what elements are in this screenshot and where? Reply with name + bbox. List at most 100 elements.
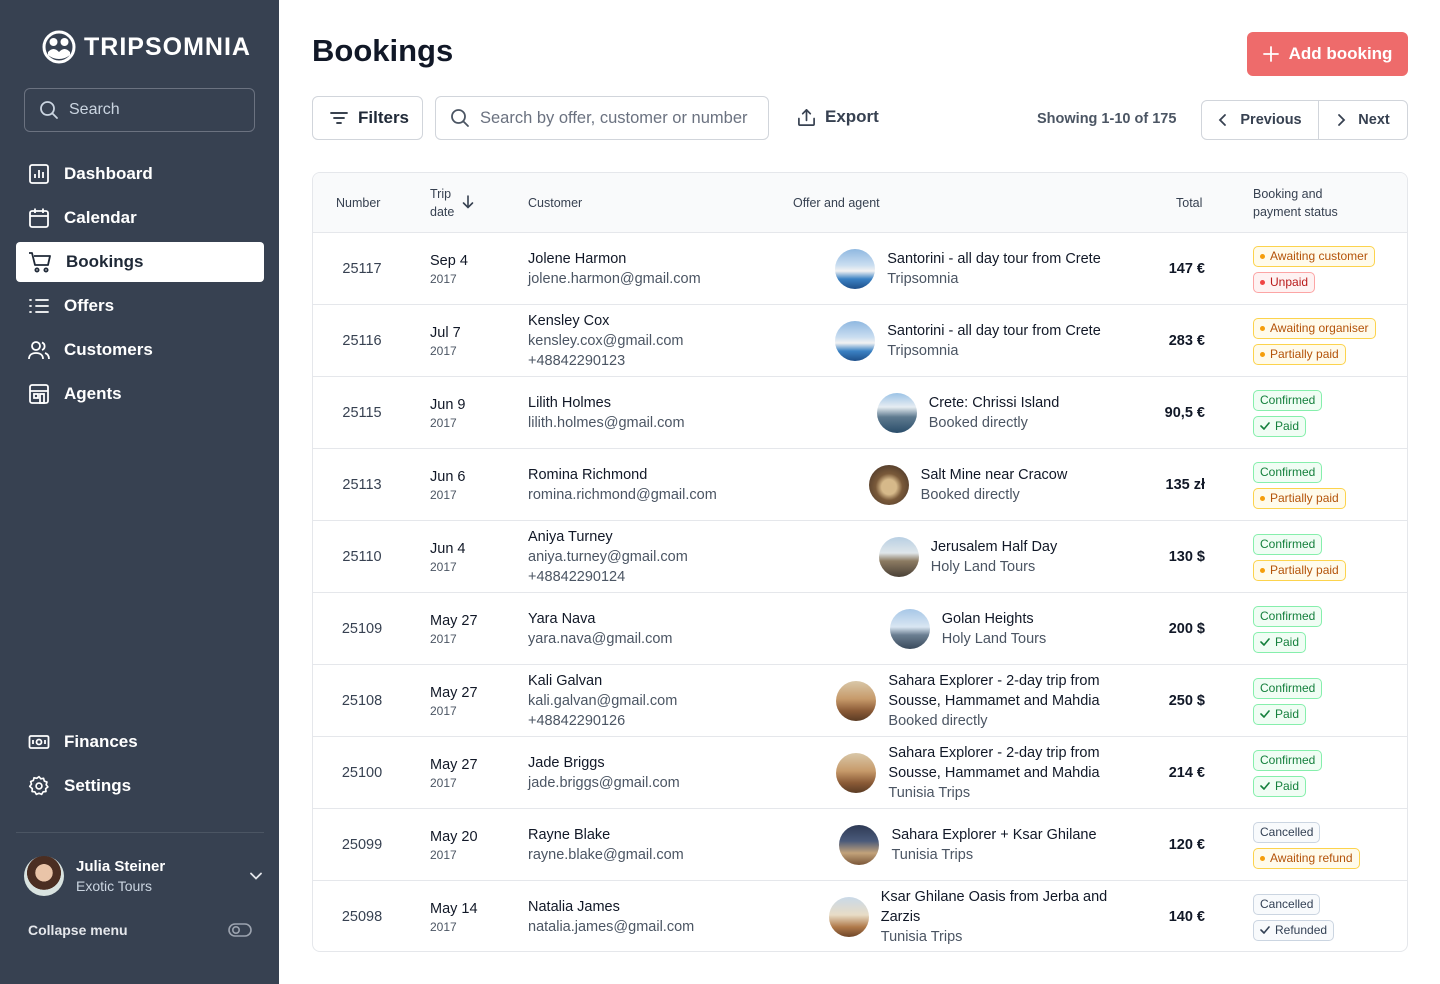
booking-number[interactable]: 25113 (313, 449, 411, 521)
trip-date: Jul 7 2017 (430, 305, 520, 377)
sort-arrow-down-icon[interactable] (462, 195, 474, 209)
table-row[interactable]: 25100 May 27 2017 Jade Briggs jade.brigg… (313, 737, 1407, 809)
status-badge: Confirmed (1253, 605, 1323, 627)
booking-number[interactable]: 25108 (313, 665, 411, 737)
booking-total: 135 zł (1165, 477, 1206, 493)
nav-item-calendar[interactable]: Calendar (16, 198, 264, 238)
table-row[interactable]: 25108 May 27 2017 Kali Galvan kali.galva… (313, 665, 1407, 737)
nav-item-dashboard[interactable]: Dashboard (16, 154, 264, 194)
chevron-down-icon[interactable] (248, 868, 264, 884)
status-badge-label: Confirmed (1260, 609, 1316, 623)
table-row[interactable]: 25110 Jun 4 2017 Aniya Turney aniya.turn… (313, 521, 1407, 593)
booking-number[interactable]: 25110 (313, 521, 411, 593)
offer-thumbnail (835, 249, 876, 289)
customer-name: Aniya Turney (528, 529, 613, 545)
table-row[interactable]: 25115 Jun 9 2017 Lilith Holmes lilith.ho… (313, 377, 1407, 449)
status-cell: Awaiting organiser Partially paid (1253, 305, 1403, 377)
bookings-search-input[interactable]: Search by offer, customer or number (435, 96, 769, 140)
trip-date-day: Jun 9 (430, 396, 466, 413)
column-status-line2: payment status (1253, 205, 1338, 219)
column-customer[interactable]: Customer (528, 194, 582, 212)
trip-date-day: Jun 4 (430, 540, 466, 557)
customer-contact: natalia.james@gmail.com (528, 919, 695, 935)
offer-cell: Ksar Ghilane Oasis from Jerba and Zarzis … (793, 881, 1143, 951)
users-icon (28, 341, 50, 360)
add-booking-button[interactable]: Add booking (1247, 32, 1408, 76)
previous-page-button[interactable]: Previous (1202, 101, 1319, 139)
status-badge-label: Paid (1275, 707, 1300, 721)
trip-date-day: May 27 (430, 612, 478, 629)
status-badge: Awaiting organiser (1253, 317, 1376, 339)
offer-cell: Sahara Explorer - 2-day trip from Sousse,… (793, 665, 1143, 737)
offer-cell: Santorini - all day tour from Crete Trip… (793, 233, 1143, 305)
trip-date-year: 2017 (430, 271, 457, 286)
table-row[interactable]: 25098 May 14 2017 Natalia James natalia.… (313, 881, 1407, 951)
column-trip-date[interactable]: Trip date (430, 185, 454, 221)
column-status[interactable]: Booking and payment status (1253, 185, 1338, 221)
nav-item-finances[interactable]: Finances (16, 722, 264, 762)
booking-number[interactable]: 25098 (313, 881, 411, 951)
nav-item-offers[interactable]: Offers (16, 286, 264, 326)
status-badge-label: Refunded (1275, 923, 1328, 937)
booking-number[interactable]: 25099 (313, 809, 411, 881)
status-badge: Paid (1253, 703, 1307, 725)
status-badge: Partially paid (1253, 559, 1346, 581)
sidebar-search-input[interactable]: Search (24, 88, 255, 132)
nav-item-bookings[interactable]: Bookings (16, 242, 264, 282)
toggle-icon[interactable] (228, 922, 252, 938)
offer-title: Salt Mine near Cracow (920, 467, 1068, 483)
offer-cell: Santorini - all day tour from Crete Trip… (793, 305, 1143, 377)
booking-number[interactable]: 25100 (313, 737, 411, 809)
offer-title: Santorini - all day tour from Crete (887, 251, 1101, 267)
previous-label: Previous (1240, 112, 1302, 128)
booking-total: 140 € (1168, 909, 1205, 925)
status-cell: Confirmed Paid (1253, 665, 1403, 737)
trip-date: May 27 2017 (430, 593, 520, 665)
status-badge-label: Paid (1275, 419, 1300, 433)
booking-number[interactable]: 25115 (313, 377, 411, 449)
export-button[interactable]: Export (797, 107, 879, 127)
table-row[interactable]: 25099 May 20 2017 Rayne Blake rayne.blak… (313, 809, 1407, 881)
next-page-button[interactable]: Next (1319, 101, 1407, 139)
table-row[interactable]: 25109 May 27 2017 Yara Nava yara.nava@gm… (313, 593, 1407, 665)
offer-title: Sahara Explorer + Ksar Ghilane (891, 827, 1097, 843)
nav-item-agents[interactable]: Agents (16, 374, 264, 414)
status-badge-label: Confirmed (1260, 393, 1316, 407)
customer-name: Lilith Holmes (528, 395, 611, 411)
next-label: Next (1358, 112, 1390, 128)
status-badge: Confirmed (1253, 533, 1323, 555)
nav-item-settings[interactable]: Settings (16, 766, 264, 806)
booking-number[interactable]: 25116 (313, 305, 411, 377)
table-row[interactable]: 25117 Sep 4 2017 Jolene Harmon jolene.ha… (313, 233, 1407, 305)
status-dot-icon (1260, 855, 1265, 861)
search-icon (451, 109, 469, 127)
column-number[interactable]: Number (336, 194, 380, 212)
chevron-right-icon (1338, 114, 1346, 126)
cart-icon (29, 252, 51, 273)
table-row[interactable]: 25116 Jul 7 2017 Kensley Cox kensley.cox… (313, 305, 1407, 377)
filters-button[interactable]: Filters (312, 96, 423, 140)
column-offer[interactable]: Offer and agent (793, 194, 880, 212)
booking-number[interactable]: 25109 (313, 593, 411, 665)
export-label: Export (825, 107, 879, 126)
booking-number[interactable]: 25117 (313, 233, 411, 305)
user-menu[interactable]: Julia Steiner Exotic Tours (24, 856, 264, 896)
customer-contact: +48842290126 (528, 713, 626, 729)
status-badge-label: Confirmed (1260, 537, 1316, 551)
status-badge: Refunded (1253, 919, 1335, 941)
offer-title: Sahara Explorer - 2-day trip from (888, 673, 1100, 689)
table-row[interactable]: 25113 Jun 6 2017 Romina Richmond romina.… (313, 449, 1407, 521)
check-icon (1260, 422, 1270, 430)
agent-name: Tunisia Trips (888, 785, 971, 801)
nav-item-customers[interactable]: Customers (16, 330, 264, 370)
trip-date-year: 2017 (430, 847, 457, 862)
chart-icon (29, 164, 49, 184)
trip-date: Jun 9 2017 (430, 377, 520, 449)
offer-title: Crete: Chrissi Island (928, 395, 1060, 411)
agent-name: Holy Land Tours (941, 631, 1047, 647)
check-icon (1260, 710, 1270, 718)
column-total[interactable]: Total (1176, 194, 1202, 212)
status-badge: Paid (1253, 631, 1307, 653)
collapse-menu[interactable]: Collapse menu (28, 922, 252, 938)
brand-logo[interactable]: TRIPSOMNIA (42, 30, 251, 64)
